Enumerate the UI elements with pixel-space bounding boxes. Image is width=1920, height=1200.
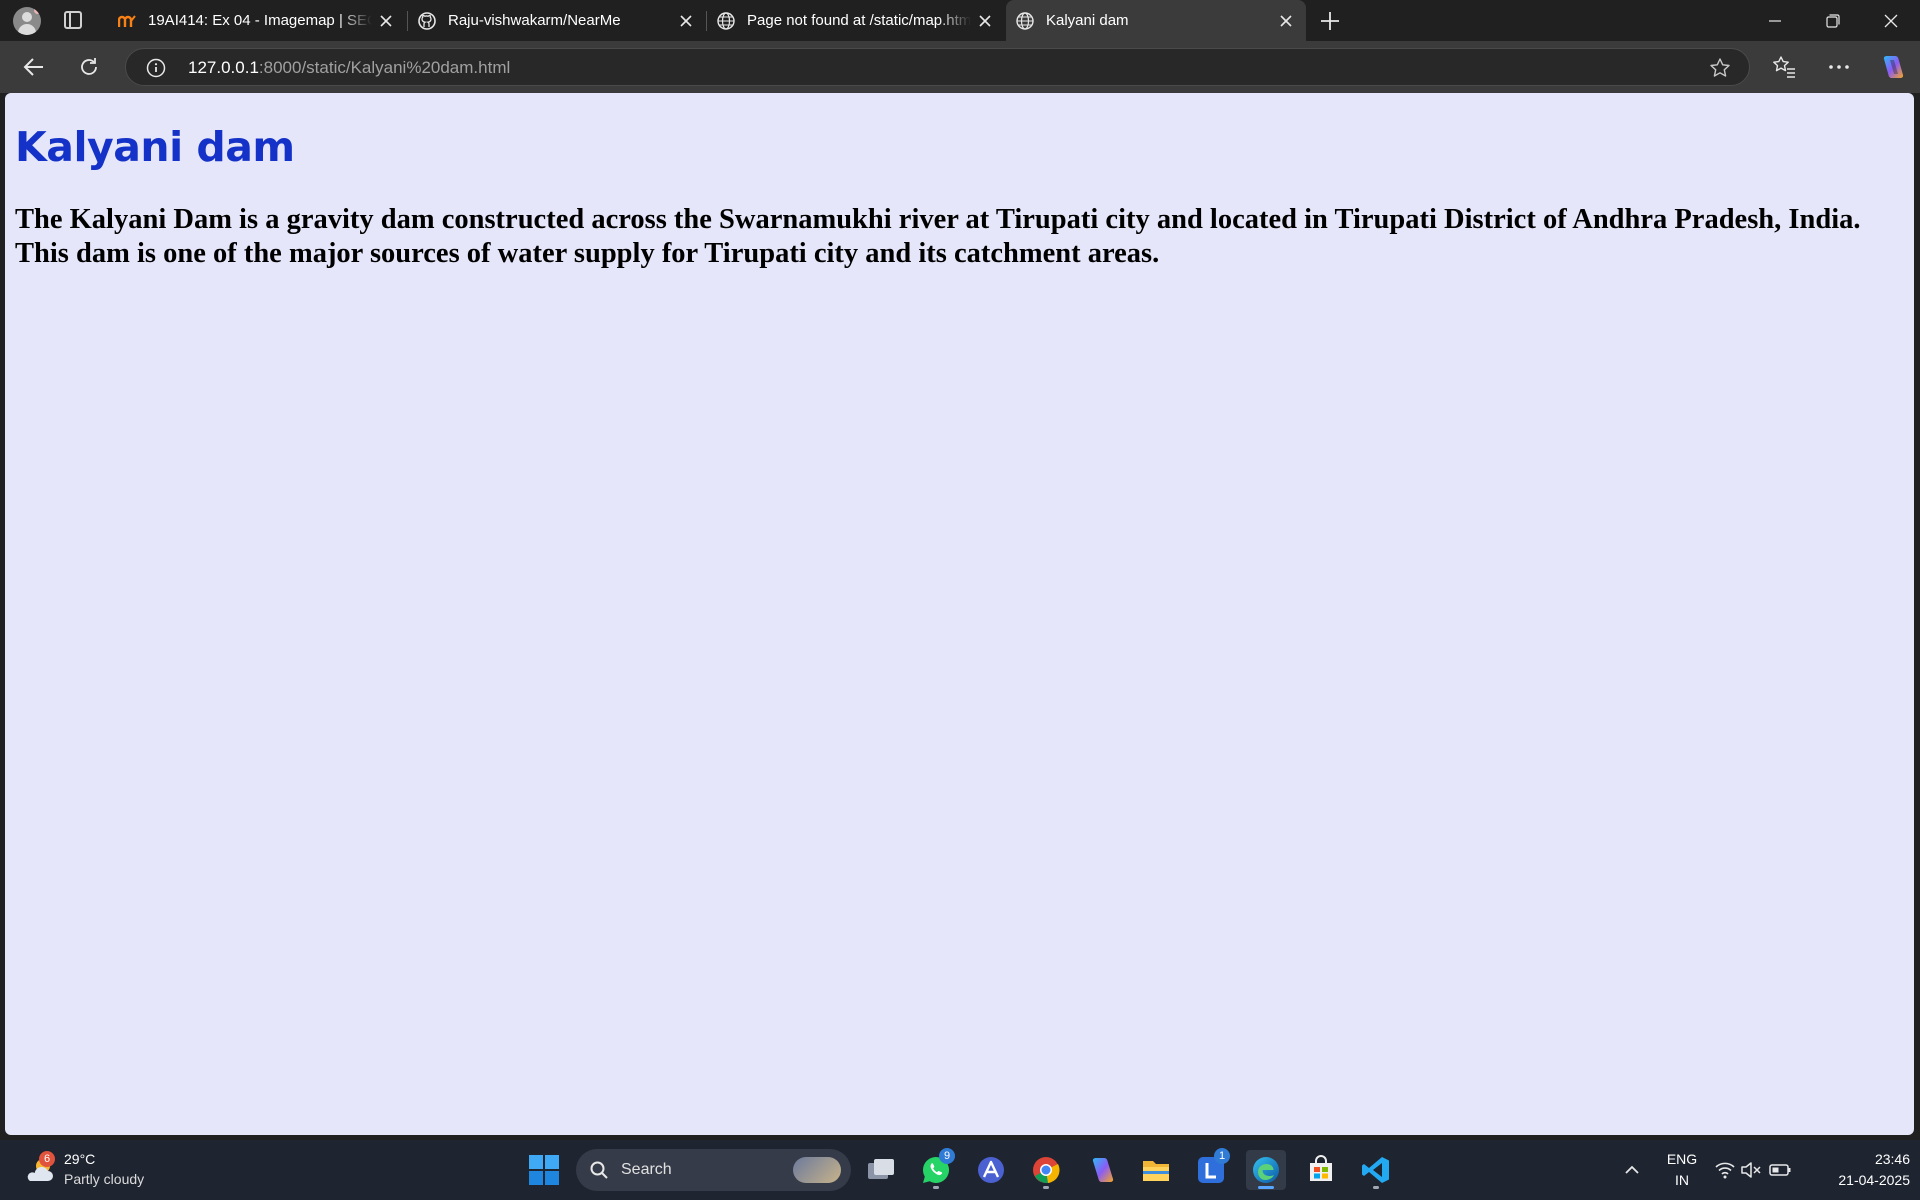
weather-condition: Partly cloudy: [64, 1171, 145, 1187]
search-icon: [590, 1161, 608, 1179]
edge-icon[interactable]: [1246, 1150, 1286, 1190]
more-options-icon[interactable]: [1825, 53, 1853, 81]
file-explorer-icon[interactable]: [1136, 1150, 1176, 1190]
clock-date: 21-04-2025: [1838, 1172, 1910, 1188]
weather-temperature: 29°C: [64, 1151, 96, 1167]
moodle-icon: [118, 12, 136, 30]
restore-icon[interactable]: [1804, 0, 1862, 41]
tab-title: Page not found at /static/map.html: [747, 12, 971, 29]
close-icon[interactable]: [971, 7, 999, 35]
whatsapp-icon[interactable]: 9: [916, 1148, 956, 1190]
url-host: 127.0.0.1: [188, 58, 259, 77]
region-code: IN: [1675, 1172, 1689, 1188]
running-indicator: [933, 1186, 939, 1189]
arc-browser-icon[interactable]: [971, 1150, 1011, 1190]
launcher-l-icon[interactable]: 1: [1191, 1148, 1231, 1190]
url-path: :8000/static/Kalyani%20dam.html: [258, 58, 511, 77]
search-label: Search: [621, 1161, 672, 1178]
tab-title: Kalyani dam: [1046, 12, 1129, 29]
refresh-icon[interactable]: [75, 53, 103, 81]
tab-github[interactable]: Raju-vishwakarm/NearMe: [408, 0, 706, 41]
globe-icon: [1016, 11, 1034, 30]
close-icon[interactable]: [672, 7, 700, 35]
task-view-icon[interactable]: [861, 1150, 901, 1190]
wifi-icon: [1715, 1162, 1735, 1179]
page-heading: Kalyani dam: [15, 123, 295, 171]
taskbar-search[interactable]: Search: [576, 1149, 851, 1191]
battery-icon: [1769, 1164, 1791, 1176]
tab-actions-icon[interactable]: [64, 11, 82, 29]
globe-icon: [717, 11, 735, 30]
close-window-icon[interactable]: [1862, 0, 1920, 41]
minimize-icon[interactable]: [1746, 0, 1804, 41]
whatsapp-badge: 9: [939, 1148, 955, 1164]
clock-time: 23:46: [1874, 1151, 1910, 1167]
speaker-muted-icon: [1741, 1162, 1761, 1178]
microsoft-store-icon[interactable]: [1301, 1150, 1341, 1190]
profile-avatar-icon[interactable]: [13, 7, 41, 35]
vscode-icon[interactable]: [1356, 1150, 1396, 1190]
back-arrow-icon[interactable]: [20, 53, 48, 81]
launcher-badge: 1: [1214, 1148, 1230, 1164]
close-icon[interactable]: [372, 7, 400, 35]
tab-title: 19AI414: Ex 04 - Imagemap | SEC: [148, 12, 372, 29]
running-indicator: [1258, 1186, 1274, 1189]
page-paragraph: The Kalyani Dam is a gravity dam constru…: [15, 204, 1861, 269]
search-highlight-image: [793, 1157, 841, 1183]
tab-title: Raju-vishwakarm/NearMe: [448, 12, 621, 29]
favorites-icon[interactable]: [1770, 53, 1798, 81]
clock[interactable]: 23:46 21-04-2025: [1810, 1149, 1910, 1191]
weather-badge: 6: [39, 1151, 55, 1167]
system-tray-icons[interactable]: [1714, 1158, 1804, 1182]
close-icon[interactable]: [1272, 7, 1300, 35]
tab-imagemap[interactable]: 19AI414: Ex 04 - Imagemap | SEC: [108, 0, 406, 41]
tab-kalyani-dam[interactable]: Kalyani dam: [1006, 0, 1306, 41]
running-indicator: [1373, 1186, 1379, 1189]
language-code: ENG: [1666, 1151, 1698, 1167]
address-bar[interactable]: 127.0.0.1:8000/static/Kalyani%20dam.html: [125, 48, 1750, 86]
language-indicator[interactable]: ENG IN: [1664, 1149, 1700, 1191]
windows-taskbar: 6 29°C Partly cloudy Search 9 1 ENG IN 2…: [0, 1140, 1920, 1200]
weather-widget[interactable]: 6 29°C Partly cloudy: [22, 1149, 192, 1191]
copilot-app-icon[interactable]: [1081, 1150, 1121, 1190]
github-icon: [418, 11, 436, 30]
tab-page-not-found[interactable]: Page not found at /static/map.html: [707, 0, 1005, 41]
chrome-icon[interactable]: [1026, 1150, 1066, 1190]
windows-start-icon[interactable]: [528, 1154, 560, 1186]
browser-titlebar: 19AI414: Ex 04 - Imagemap | SEC Raju-vis…: [0, 0, 1920, 41]
copilot-icon[interactable]: [1878, 53, 1906, 81]
browser-toolbar: 127.0.0.1:8000/static/Kalyani%20dam.html: [0, 41, 1920, 93]
url-text[interactable]: 127.0.0.1:8000/static/Kalyani%20dam.html: [188, 58, 510, 78]
running-indicator: [1043, 1186, 1049, 1189]
chevron-up-icon[interactable]: [1620, 1160, 1644, 1180]
site-info-icon[interactable]: [146, 58, 166, 78]
new-tab-icon[interactable]: [1318, 9, 1342, 33]
favorite-star-icon[interactable]: [1709, 57, 1731, 79]
page-viewport: Kalyani dam The Kalyani Dam is a gravity…: [5, 93, 1914, 1135]
